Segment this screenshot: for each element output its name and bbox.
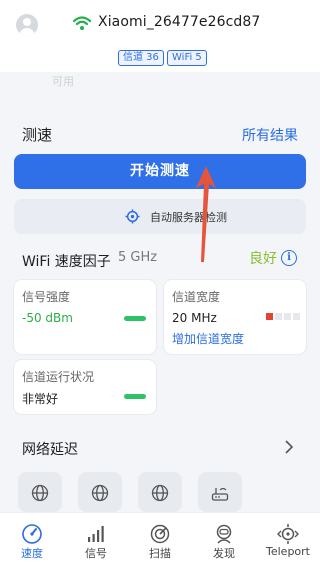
speed-factors-title: WiFi 速度因子 [22,254,111,270]
signal-strength-card[interactable]: 信号强度 -50 dBm [14,280,156,354]
globe-icon [151,484,169,502]
nav-label-speed: 速度 [21,547,43,560]
router-icon [211,487,229,501]
target-icon [125,209,140,224]
signal-strength-label: 信号强度 [22,290,71,304]
wifi-icon [73,16,91,30]
nav-label-scan: 扫描 [149,547,171,560]
channel-health-card[interactable]: 信道运行状况 非常好 [14,360,156,414]
signal-bars-icon [88,526,104,542]
rating-label: 良好 [249,251,277,267]
speedometer-icon [22,524,42,544]
all-results-link[interactable]: 所有结果 [242,125,298,145]
nav-label-signal: 信号 [85,547,107,560]
speed-test-title: 测速 [22,126,53,144]
channel-health-indicator [124,394,146,399]
channel-width-label: 信道宽度 [172,290,221,304]
channel-health-label: 信道运行状况 [22,370,95,384]
band-label: 5 GHz [118,250,158,265]
bottom-navigation: 速度 信号 扫描 发现 Teleport [0,512,320,569]
network-ssid[interactable]: Xiaomi_26477e26cd87 [98,14,260,30]
faded-status-text: 可用 [52,75,74,88]
signal-strength-value: -50 dBm [22,311,73,325]
channel-width-value: 20 MHz [172,311,217,325]
teleport-icon [277,524,299,544]
latency-router-tile[interactable] [198,472,242,512]
channel-badge: 信道 36 [118,50,164,66]
start-speed-test-button[interactable]: 开始测速 [14,154,306,189]
info-icon[interactable]: i [281,250,297,266]
network-latency-title: 网络延迟 [22,442,78,458]
nav-item-signal[interactable]: 信号 [64,513,128,569]
globe-icon [31,484,49,502]
nav-item-discover[interactable]: 发现 [192,513,256,569]
latency-target-tile[interactable] [18,472,62,512]
nav-item-scan[interactable]: 扫描 [128,513,192,569]
nav-item-teleport[interactable]: Teleport [256,513,320,569]
scan-icon [150,524,170,544]
latency-target-tile[interactable] [138,472,182,512]
channel-width-meter [266,313,302,321]
signal-strength-indicator [124,316,146,321]
nav-item-speed[interactable]: 速度 [0,513,64,569]
avatar[interactable] [16,14,38,36]
channel-width-card[interactable]: 信道宽度 20 MHz 增加信道宽度 [164,280,306,354]
latency-target-tile[interactable] [78,472,122,512]
channel-health-value: 非常好 [22,392,59,406]
auto-server-label: 自动服务器检测 [150,211,227,224]
network-header: Xiaomi_26477e26cd87 信道 36 WiFi 5 可用 [0,0,320,88]
increase-channel-width-link[interactable]: 增加信道宽度 [172,330,244,347]
nav-label-teleport: Teleport [266,545,310,558]
chevron-right-icon[interactable] [284,440,294,454]
globe-icon [91,484,109,502]
wifi-standard-badge: WiFi 5 [167,50,207,66]
nav-label-discover: 发现 [213,547,235,560]
auto-server-detect-button[interactable]: 自动服务器检测 [14,199,306,234]
discover-icon [216,524,232,544]
